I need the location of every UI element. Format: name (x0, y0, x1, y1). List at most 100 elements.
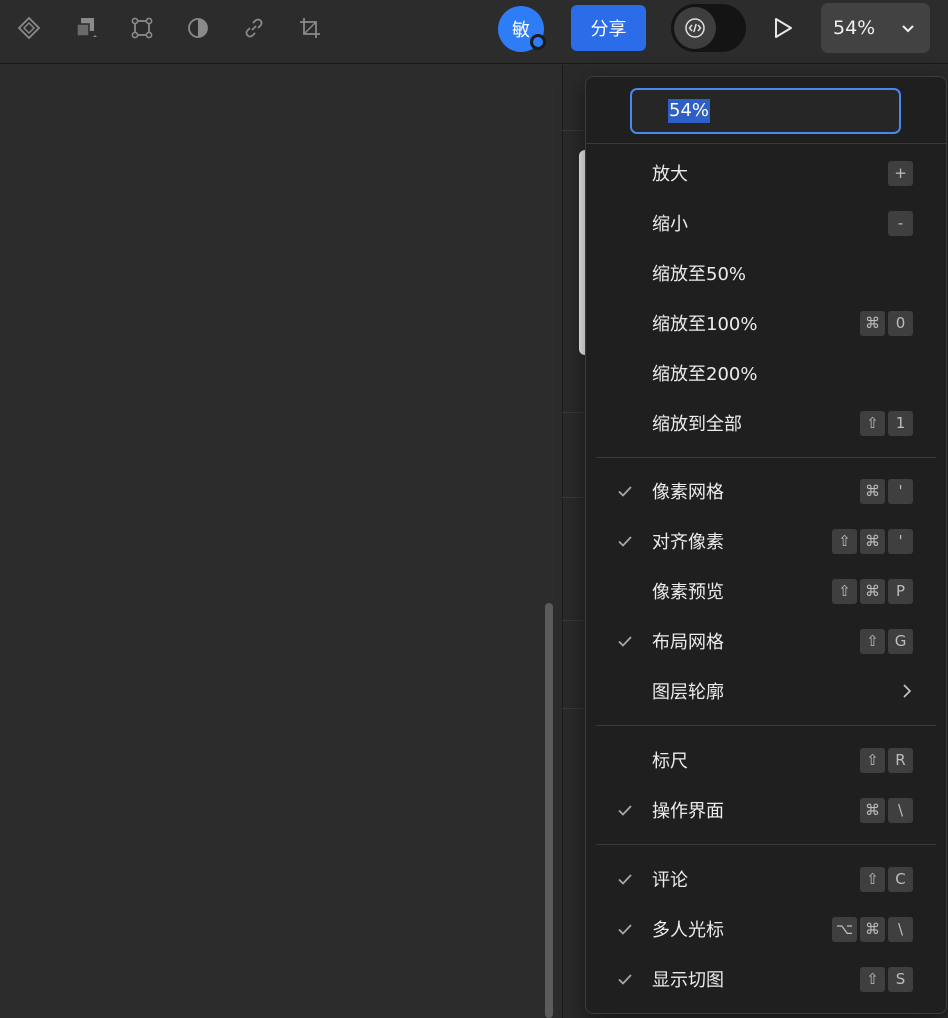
shortcut-key: 1 (888, 410, 913, 436)
link-icon[interactable] (238, 12, 270, 44)
play-icon[interactable] (768, 12, 798, 44)
zoom-menu: 54% 放大 + 缩小 - 缩放至50% 缩放至100% ⌘ 0 缩放至200% 缩放到全部 ⇧ 1 像… (585, 76, 947, 1014)
shortcut-keys: ⇧ 1 (860, 410, 913, 436)
menu-item[interactable]: 评论 ⇧ C (586, 854, 946, 904)
shortcut-key: ⌘ (860, 478, 885, 504)
menu-item[interactable]: 像素预览 ⇧ ⌘ P (586, 566, 946, 616)
check-icon (618, 874, 632, 885)
shortcut-keys: ⇧ G (860, 628, 913, 654)
presence-dot (530, 34, 546, 50)
menu-item-label: 显示切图 (652, 970, 724, 991)
menu-item[interactable]: 布局网格 ⇧ G (586, 616, 946, 666)
check-icon (618, 536, 632, 547)
shortcut-key: R (888, 747, 913, 773)
check-icon (618, 974, 632, 985)
shortcut-keys: ⌘ 0 (860, 310, 913, 336)
menu-separator (596, 457, 936, 458)
mask-icon[interactable] (182, 12, 214, 44)
check-icon (618, 486, 632, 497)
top-toolbar: 敏 分享 54% (0, 0, 948, 64)
shortcut-keys: ⌘ \ (860, 797, 913, 823)
component-icon[interactable] (13, 12, 45, 44)
menu-item-label: 布局网格 (652, 632, 724, 653)
menu-item[interactable]: 显示切图 ⇧ S (586, 954, 946, 1004)
shortcut-key: \ (888, 916, 913, 942)
shortcut-key: + (888, 160, 913, 186)
check-icon (618, 805, 632, 816)
shortcut-key: G (888, 628, 913, 654)
boolean-icon[interactable] (70, 12, 102, 44)
shortcut-key: ⇧ (832, 578, 857, 604)
shortcut-keys: - (888, 210, 913, 236)
menu-item-label: 评论 (652, 870, 688, 891)
menu-item[interactable]: 缩放至50% (586, 248, 946, 298)
shortcut-key: ⇧ (860, 628, 885, 654)
menu-item[interactable]: 操作界面 ⌘ \ (586, 785, 946, 835)
menu-item[interactable]: 多人光标 ⌥ ⌘ \ (586, 904, 946, 954)
shortcut-key: 0 (888, 310, 913, 336)
frame-select-icon[interactable] (126, 12, 158, 44)
menu-item[interactable]: 像素网格 ⌘ ' (586, 466, 946, 516)
menu-separator (596, 725, 936, 726)
menu-item[interactable]: 标尺 ⇧ R (586, 735, 946, 785)
shortcut-keys: ⇧ ⌘ ' (832, 528, 913, 554)
shortcut-key: S (888, 966, 913, 992)
avatar-initial: 敏 (512, 20, 530, 41)
menu-item[interactable]: 图层轮廓 (586, 666, 946, 716)
avatar[interactable]: 敏 (498, 6, 546, 52)
shortcut-key: ⌘ (860, 578, 885, 604)
shortcut-keys: ⇧ ⌘ P (832, 578, 913, 604)
share-button[interactable]: 分享 (571, 5, 646, 51)
menu-item-label: 缩放至200% (652, 364, 758, 385)
check-icon (618, 636, 632, 647)
menu-item-label: 多人光标 (652, 920, 724, 941)
chevron-down-icon (902, 25, 914, 33)
shortcut-key: ⌘ (860, 916, 885, 942)
menu-item-label: 缩放到全部 (652, 414, 742, 435)
shortcut-key: ⇧ (832, 528, 857, 554)
shortcut-key: ⌥ (832, 916, 857, 942)
shortcut-key: ' (888, 528, 913, 554)
zoom-value: 54% (833, 17, 876, 39)
menu-item-label: 图层轮廓 (652, 682, 724, 703)
zoom-input-selected-text: 54% (668, 99, 711, 123)
shortcut-keys: ⇧ R (860, 747, 913, 773)
shortcut-key: C (888, 866, 913, 892)
chevron-right-icon (903, 684, 912, 698)
shortcut-keys: + (888, 160, 913, 186)
menu-item[interactable]: 缩小 - (586, 198, 946, 248)
menu-item-label: 标尺 (652, 751, 688, 772)
shortcut-key: ⇧ (860, 410, 885, 436)
menu-item[interactable]: 对齐像素 ⇧ ⌘ ' (586, 516, 946, 566)
shortcut-key: ' (888, 478, 913, 504)
dev-mode-toggle[interactable] (671, 4, 746, 52)
menu-item-label: 像素预览 (652, 582, 724, 603)
menu-item-label: 像素网格 (652, 482, 724, 503)
menu-item-label: 缩放至100% (652, 314, 758, 335)
menu-separator (596, 844, 936, 845)
shortcut-key: ⇧ (860, 747, 885, 773)
menu-item[interactable]: 缩放至200% (586, 348, 946, 398)
menu-separator (586, 143, 946, 144)
menu-item[interactable]: 缩放至100% ⌘ 0 (586, 298, 946, 348)
menu-item-label: 缩放至50% (652, 264, 747, 285)
shortcut-key: \ (888, 797, 913, 823)
shortcut-key: ⌘ (860, 528, 885, 554)
menu-item[interactable]: 缩放到全部 ⇧ 1 (586, 398, 946, 448)
shortcut-key: - (888, 210, 913, 236)
shortcut-keys: ⇧ S (860, 966, 913, 992)
shortcut-key: ⌘ (860, 797, 885, 823)
crop-icon[interactable] (294, 12, 326, 44)
zoom-dropdown[interactable]: 54% (821, 3, 930, 53)
menu-item-label: 操作界面 (652, 801, 724, 822)
shortcut-keys: ⇧ C (860, 866, 913, 892)
menu-item[interactable]: 放大 + (586, 148, 946, 198)
canvas-scrollbar[interactable] (545, 603, 553, 1018)
shortcut-key: ⌘ (860, 310, 885, 336)
shortcut-key: ⇧ (860, 866, 885, 892)
shortcut-keys: ⌥ ⌘ \ (832, 916, 913, 942)
canvas[interactable] (0, 65, 562, 1018)
shortcut-keys: ⌘ ' (860, 478, 913, 504)
shortcut-key: ⇧ (860, 966, 885, 992)
code-icon (674, 7, 716, 49)
